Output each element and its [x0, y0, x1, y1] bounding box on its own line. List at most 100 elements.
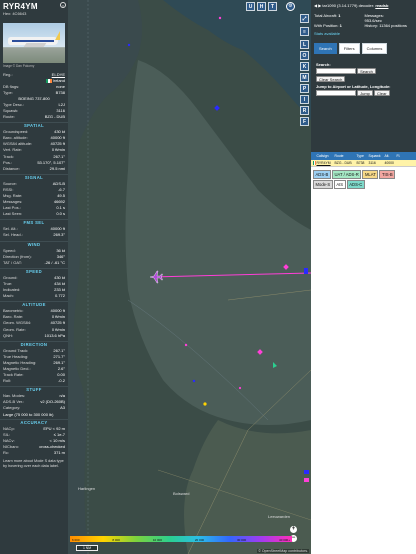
search-area: Search: Search Clear Search Jump to Airp…: [314, 54, 413, 96]
hex-code: Hex: 4C6643: [3, 11, 27, 16]
section-wind: WIND: [0, 240, 68, 248]
search-row: Search: [316, 68, 411, 74]
zoom-in-button[interactable]: +: [290, 526, 297, 533]
aircraft-marker[interactable]: [127, 43, 131, 47]
info-label: Category:: [3, 405, 21, 411]
info-label: Sel. Head.:: [3, 232, 23, 238]
history-value: 11364 positions: [379, 23, 407, 28]
tab-search[interactable]: Search: [314, 43, 337, 54]
info-value: 0.0 s: [56, 211, 65, 217]
close-icon[interactable]: ×: [60, 2, 66, 8]
legend-chip[interactable]: UAT / ADS-R: [331, 169, 362, 179]
search-input[interactable]: [316, 68, 356, 74]
section-signal: SIGNAL: [0, 173, 68, 181]
legend-chip[interactable]: Mode-S: [313, 179, 333, 189]
button-m[interactable]: M: [300, 73, 309, 82]
jump-row: Jump Clear: [316, 90, 411, 96]
aircraft-marker[interactable]: [184, 343, 188, 347]
button-i[interactable]: I: [300, 95, 309, 104]
legend-chip[interactable]: MLAT: [362, 169, 379, 179]
info-row: Distance: 29.5 nmi: [0, 166, 68, 172]
altitude-legend-ticks: 6 000 8 000 10 000 20 000 30 000 40 000+: [70, 537, 292, 543]
aircraft-photo[interactable]: [3, 23, 65, 63]
section-speed: SPEED: [0, 267, 68, 275]
button-l[interactable]: L: [300, 40, 309, 49]
info-label: Last Seen:: [3, 211, 23, 217]
jump-input[interactable]: [316, 90, 356, 96]
wind-list: Speed: 36 kt Direction (from): 346° TAT / OA…: [0, 248, 68, 266]
button-k[interactable]: K: [300, 62, 309, 71]
altitude-list: Barometric: 40000 ft Baro. Rate: 0 ft/min Ge…: [0, 308, 68, 338]
legend-chip[interactable]: ADS-C: [346, 179, 365, 189]
route-value: BZG - DUB: [44, 114, 65, 120]
aircraft-marker[interactable]: [304, 268, 308, 274]
search-label: Search:: [316, 62, 331, 67]
col-fl[interactable]: Fl.: [395, 152, 403, 160]
alt-tick: 10 000: [152, 538, 162, 542]
tab-columns[interactable]: Columns: [361, 43, 388, 54]
layers-icon[interactable]: ≡: [300, 27, 309, 36]
aircraft-marker[interactable]: [238, 386, 242, 390]
toggle-sidebar-icon[interactable]: ⤢: [300, 14, 309, 23]
map-attribution[interactable]: © OpenStreetMap contributors.: [257, 549, 309, 553]
history-label: History:: [364, 23, 379, 28]
settings-gear-icon[interactable]: ⚙: [286, 2, 295, 11]
town-label: Leeuwarden: [268, 514, 290, 519]
info-label: Rc:: [3, 450, 9, 456]
section-stuff: STUFF: [0, 386, 68, 393]
legend-chip[interactable]: AIS: [333, 179, 346, 189]
col-type[interactable]: Type: [355, 152, 367, 160]
button-o[interactable]: O: [300, 51, 309, 60]
route-row: Route: BZG - DUB: [0, 114, 68, 120]
table-row[interactable]: RYR4YM BZG - DUB B738 3116 40000: [311, 160, 416, 167]
route-label: Route:: [3, 114, 15, 120]
aircraft-livery-stripe: [12, 40, 54, 42]
aircraft-list-panel: ◀ ▶ tar1090 (3.14.1779) decoder: readsb …: [311, 0, 416, 554]
button-h[interactable]: H: [257, 2, 266, 11]
row-type: B738: [356, 161, 365, 165]
info-label: Distance:: [3, 165, 20, 171]
legend-chip[interactable]: TIS-B: [379, 169, 396, 179]
info-value: 0.772: [54, 293, 65, 299]
jump-button[interactable]: Jump: [357, 90, 373, 96]
aircraft-wing: [23, 43, 47, 47]
button-f[interactable]: F: [300, 117, 309, 126]
search-button[interactable]: Search: [357, 68, 376, 74]
aircraft-marker[interactable]: [203, 402, 207, 406]
button-u[interactable]: U: [246, 2, 255, 11]
speed-list: Ground: 430 kt True: 434 kt Indicated: 233 kt…: [0, 275, 68, 299]
col-alt[interactable]: Alt.: [383, 152, 395, 160]
info-value: 371 m: [53, 450, 65, 456]
col-callsign[interactable]: Callsign: [315, 152, 333, 160]
settings-tabs: Search Filters Columns: [314, 43, 413, 54]
signal-list: Source: ADS-B RSSI: -6.7 Msg. Rate: 49.5 Messa…: [0, 181, 68, 218]
tar1090-app: RYR4YM Hex: 4C6643 × Image © Dan Pokorny…: [0, 0, 416, 554]
clear-search-button[interactable]: Clear Search: [316, 76, 346, 82]
aircraft-marker[interactable]: [304, 470, 309, 474]
map-view[interactable]: Harlingen Bolsward Leeuwarden U H T ⚙ + …: [68, 0, 311, 554]
row-squawk: 3116: [368, 161, 376, 165]
clear-jump-button[interactable]: Clear: [374, 90, 390, 96]
aircraft-marker[interactable]: [304, 478, 309, 482]
col-squawk[interactable]: Squawk: [367, 152, 383, 160]
button-p[interactable]: P: [300, 84, 309, 93]
button-r[interactable]: R: [300, 106, 309, 115]
decoder-link[interactable]: readsb: [375, 3, 388, 8]
aircraft-table: Callsign Route Type Squawk Alt. Fl. RYR4…: [311, 152, 416, 191]
tab-filters[interactable]: Filters: [338, 43, 360, 54]
info-value: 269.3°: [53, 232, 65, 238]
aircraft-marker[interactable]: [192, 379, 196, 383]
aircraft-marker[interactable]: [218, 16, 222, 20]
jump-label: Jump to Airport or Latitude, Longitude:: [316, 84, 391, 89]
flag-icon: [45, 79, 52, 84]
col-route[interactable]: Route: [333, 152, 355, 160]
section-altitude: ALTITUDE: [0, 301, 68, 308]
row-callsign[interactable]: RYR4YM: [315, 160, 333, 166]
legend-chip[interactable]: ADS-B: [313, 169, 331, 179]
button-t[interactable]: T: [268, 2, 277, 11]
alt-tick: 8 000: [112, 538, 120, 542]
version-text: tar1090 (3.14.1779) decoder:: [322, 3, 376, 8]
aircraft-header: RYR4YM Hex: 4C6643 ×: [0, 0, 68, 22]
map-canvas[interactable]: Harlingen Bolsward Leeuwarden: [68, 0, 311, 554]
stats-available-link[interactable]: Stats available: [314, 31, 413, 36]
